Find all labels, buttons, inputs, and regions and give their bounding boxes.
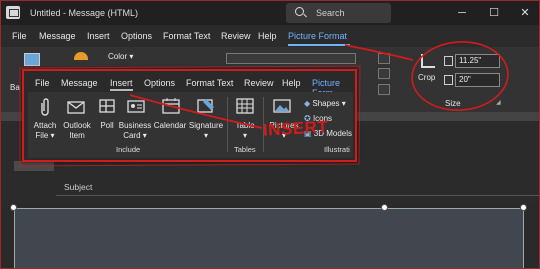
annotation-strokes <box>19 41 509 167</box>
